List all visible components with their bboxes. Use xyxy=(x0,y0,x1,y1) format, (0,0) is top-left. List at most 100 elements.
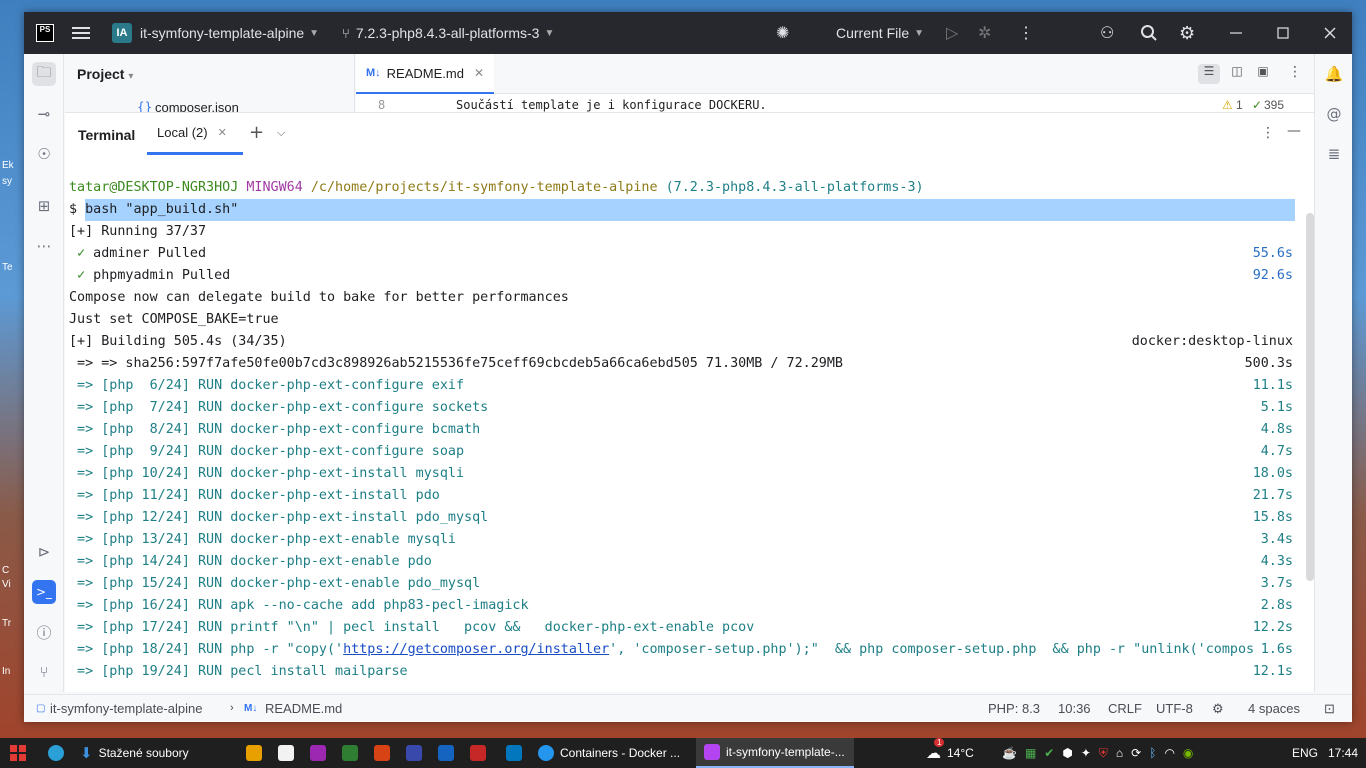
branch-switcher[interactable]: ⑂ 7.2.3-php8.4.3-all-platforms-3 ▼ xyxy=(342,12,554,54)
markdown-icon: M↓ xyxy=(366,67,381,79)
notifications-button[interactable]: 🔔 xyxy=(1322,62,1346,86)
taskbar-app[interactable] xyxy=(438,738,454,768)
clock-time: 17:44 xyxy=(1328,746,1359,760)
tab-readme[interactable]: M↓ README.md ✕ xyxy=(356,54,495,94)
run-config-selector[interactable]: Current File ▼ xyxy=(836,12,924,54)
taskbar-app[interactable] xyxy=(246,738,262,768)
new-terminal-button[interactable]: + xyxy=(249,122,264,143)
project-switcher[interactable]: IA it-symfony-template-alpine ▼ xyxy=(112,12,319,54)
tab-close-icon[interactable]: ✕ xyxy=(218,126,227,139)
check-count[interactable]: 395 xyxy=(1264,98,1284,112)
project-tool-button[interactable]: 🗀 xyxy=(32,62,56,86)
editor-more-button[interactable]: ⋮ xyxy=(1286,64,1304,84)
terminal-options-button[interactable]: ⌵ xyxy=(277,126,285,140)
inspections-icon[interactable]: ⚙ xyxy=(1212,701,1224,717)
database-button[interactable]: ≣ xyxy=(1322,142,1346,166)
run-tool-button[interactable]: ⊳ xyxy=(32,540,56,564)
readonly-lock-icon[interactable]: ⊡ xyxy=(1324,701,1335,717)
code-with-me-button[interactable]: ✺ xyxy=(776,12,789,54)
minimize-button[interactable] xyxy=(1230,12,1242,54)
search-button[interactable] xyxy=(1140,12,1158,54)
split-view-button[interactable]: ◫ xyxy=(1226,64,1248,84)
terminal-tool-button[interactable]: >_ xyxy=(32,580,56,604)
php-level[interactable]: PHP: 8.3 xyxy=(988,701,1040,716)
run-button[interactable]: ▷ xyxy=(946,12,958,54)
preview-button[interactable]: ▣ xyxy=(1252,64,1274,84)
problems-tool-button[interactable]: ⓘ xyxy=(32,620,56,644)
ai-assistant-button[interactable]: @ xyxy=(1322,102,1346,126)
warning-count[interactable]: 1 xyxy=(1236,98,1243,112)
github-tool-button[interactable]: ☉ xyxy=(32,142,56,166)
terminal-scrollbar[interactable] xyxy=(1306,213,1314,581)
edge-taskbar-icon[interactable] xyxy=(48,738,64,768)
taskbar-app[interactable] xyxy=(406,738,422,768)
line-text: phpmyadmin Pulled xyxy=(85,268,231,283)
line-duration: 18.0s xyxy=(1252,466,1293,481)
prompt-symbol: $ xyxy=(69,202,86,217)
git-tool-button[interactable]: ⑂ xyxy=(32,660,56,684)
phpstorm-logo-icon: PS xyxy=(36,24,54,42)
taskbar-downloads[interactable]: ⬇ Stažené soubory xyxy=(80,738,189,768)
tray-icons[interactable]: ☕ ▦ ✔ ⬢ ✦ ⛨ ⌂ ⟳ ᛒ ◠ ◉ xyxy=(1002,738,1201,768)
composer-installer-link[interactable]: https://getcomposer.org/installer xyxy=(343,642,609,657)
project-badge: IA xyxy=(112,23,132,43)
terminal-line: ✓ adminer Pulled 55.6s xyxy=(69,243,1301,265)
chrome-icon xyxy=(278,745,294,761)
line-duration: 11.1s xyxy=(1252,378,1293,393)
tray-icon: ⟳ xyxy=(1131,746,1142,760)
commit-icon: ⊸ xyxy=(37,105,51,123)
settings-button[interactable]: ⚙ xyxy=(1179,12,1195,54)
maximize-button[interactable] xyxy=(1277,12,1289,54)
database-icon: ≣ xyxy=(1327,145,1341,163)
breadcrumb-project[interactable]: it-symfony-template-alpine xyxy=(50,701,202,716)
tab-close-icon[interactable]: ✕ xyxy=(474,66,484,80)
close-button[interactable] xyxy=(1324,12,1336,54)
line-duration: 4.3s xyxy=(1260,554,1293,569)
file-encoding[interactable]: UTF-8 xyxy=(1156,701,1193,716)
more-horizontal-icon: ⋯ xyxy=(36,237,52,255)
line-text: => [php 16/24] RUN apk --no-cache add ph… xyxy=(69,598,529,613)
debug-button[interactable]: ✲ xyxy=(978,12,991,54)
structure-tool-button[interactable]: ⊞ xyxy=(32,194,56,218)
line-text[interactable]: Součástí template je i konfigurace DOCKE… xyxy=(456,98,767,112)
taskbar-ide[interactable]: it-symfony-template-... xyxy=(696,738,854,768)
editor-only-button[interactable]: ☰ xyxy=(1198,64,1220,84)
language-indicator[interactable]: ENG xyxy=(1292,738,1318,768)
commit-tool-button[interactable]: ⊸ xyxy=(32,102,56,126)
terminal-line: => [php 17/24] RUN printf "\n" | pecl in… xyxy=(69,617,1301,639)
app-logo[interactable]: PS xyxy=(36,12,54,54)
indent-setting[interactable]: 4 spaces xyxy=(1248,701,1300,716)
taskbar-app[interactable] xyxy=(278,738,294,768)
more-actions-button[interactable]: ⋮ xyxy=(1018,12,1034,54)
tab-local-2[interactable]: Local (2) ✕ xyxy=(147,113,243,155)
line-ending[interactable]: CRLF xyxy=(1108,701,1142,716)
breadcrumb-file[interactable]: README.md xyxy=(265,701,342,716)
desktop-label: Ek xyxy=(2,160,14,171)
desktop-label: C xyxy=(2,565,10,576)
start-button[interactable] xyxy=(10,738,26,768)
terminal-line: => [php 16/24] RUN apk --no-cache add ph… xyxy=(69,595,1301,617)
taskbar-docker[interactable]: Containers - Docker ... xyxy=(538,738,680,768)
taskbar-app[interactable] xyxy=(374,738,390,768)
taskbar-app[interactable] xyxy=(470,738,486,768)
hide-panel-button[interactable]: — xyxy=(1287,123,1301,139)
weather-widget[interactable]: ☁ 1 14°C xyxy=(926,738,974,768)
main-menu-button[interactable] xyxy=(72,12,90,54)
lines-icon: ☰ xyxy=(1203,64,1215,78)
chevron-down-icon: ▾ xyxy=(128,71,134,82)
github-cat-icon: ☉ xyxy=(37,145,51,163)
line-duration: 500.3s xyxy=(1244,356,1293,371)
taskbar-app[interactable] xyxy=(342,738,358,768)
caret-position[interactable]: 10:36 xyxy=(1058,701,1091,716)
clock[interactable]: 17:44 xyxy=(1328,738,1358,768)
taskbar-app[interactable] xyxy=(506,738,522,768)
terminal-output[interactable]: tatar@DESKTOP-NGR3HOJ MINGW64 /c/home/pr… xyxy=(69,177,1301,683)
settings-gear-icon: ⚙ xyxy=(1179,22,1196,43)
terminal-line: => [php 6/24] RUN docker-php-ext-configu… xyxy=(69,375,1301,397)
more-tools-button[interactable]: ⋯ xyxy=(32,234,56,258)
wifi-icon: ◠ xyxy=(1164,746,1175,760)
terminal-more-button[interactable]: ⋮ xyxy=(1261,125,1275,141)
project-panel-title[interactable]: Project ▾ xyxy=(77,66,133,82)
taskbar-app[interactable] xyxy=(310,738,326,768)
add-user-button[interactable]: ⚇ xyxy=(1100,12,1114,54)
